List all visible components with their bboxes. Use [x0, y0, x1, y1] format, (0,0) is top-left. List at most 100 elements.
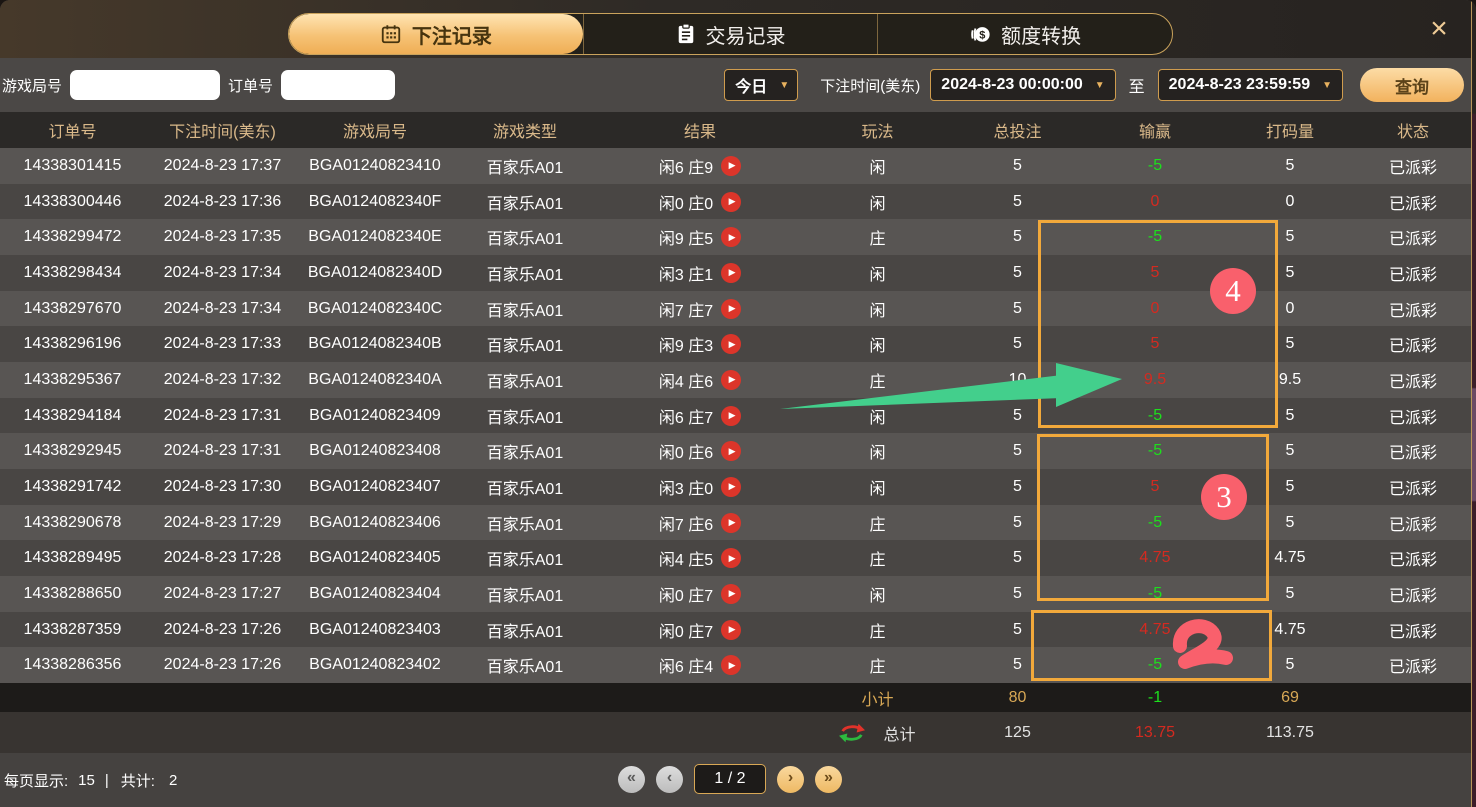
- close-icon[interactable]: ×: [1422, 12, 1456, 46]
- status-cell: 已派彩: [1388, 587, 1437, 605]
- replay-button[interactable]: ▶: [721, 405, 742, 426]
- order-id-cell: 14338297670: [23, 299, 122, 317]
- win-loss-cell: 9.5: [1143, 370, 1167, 388]
- bet-amount-cell: 5: [1013, 584, 1022, 602]
- bet-amount-cell: 5: [1013, 299, 1022, 317]
- last-page-button[interactable]: »: [815, 765, 842, 793]
- table-row: 14338287359 2024-8-23 17:26 BGA01240823403…: [0, 611, 1476, 648]
- page-indicator: 1 / 2: [694, 764, 766, 794]
- result-text: 闲4 庄5: [658, 552, 714, 570]
- play-type-cell: 闲: [869, 480, 886, 498]
- play-type-cell: 庄: [869, 552, 886, 570]
- game-type-cell: 百家乐A01: [486, 480, 564, 498]
- header-play-type: 玩法: [861, 124, 894, 141]
- search-button[interactable]: 查询: [1360, 68, 1464, 102]
- subtotal-turnover: 69: [1281, 688, 1299, 706]
- result-cell: 闲0 庄7 ▶: [600, 618, 800, 642]
- header-bet-time: 下注时间(美东): [169, 124, 276, 141]
- bet-amount-cell: 5: [1013, 620, 1022, 638]
- first-page-button[interactable]: «: [618, 765, 645, 793]
- subtotal-label: 小计: [861, 691, 894, 709]
- bet-amount-cell: 5: [1013, 156, 1022, 174]
- subtotal-winloss: -1: [1147, 688, 1163, 706]
- replay-button[interactable]: ▶: [721, 619, 742, 640]
- table-row: 14338289495 2024-8-23 17:28 BGA01240823405…: [0, 540, 1476, 577]
- bet-time-cell: 2024-8-23 17:36: [163, 192, 282, 210]
- order-id-cell: 14338299472: [23, 228, 122, 246]
- header-game-type: 游戏类型: [492, 124, 557, 141]
- tab-bet-records[interactable]: 下注记录: [289, 14, 583, 54]
- status-cell: 已派彩: [1388, 659, 1437, 677]
- replay-button[interactable]: ▶: [721, 512, 742, 533]
- replay-button[interactable]: ▶: [721, 155, 742, 176]
- bet-amount-cell: 5: [1013, 549, 1022, 567]
- replay-button[interactable]: ▶: [721, 334, 742, 355]
- order-id-cell: 14338290678: [23, 513, 122, 531]
- turnover-cell: 0: [1285, 299, 1295, 317]
- replay-button[interactable]: ▶: [721, 191, 742, 212]
- order-id-cell: 14338294184: [23, 406, 122, 424]
- total-label: 总计: [883, 726, 916, 744]
- bet-amount-cell: 5: [1013, 513, 1022, 531]
- game-type-cell: 百家乐A01: [486, 552, 564, 570]
- result-text: 闲3 庄1: [658, 266, 714, 284]
- refresh-icon[interactable]: [839, 721, 866, 745]
- replay-button[interactable]: ▶: [721, 583, 742, 604]
- round-id-cell: BGA0124082340D: [307, 263, 443, 281]
- result-text: 闲6 庄7: [658, 409, 714, 427]
- play-type-cell: 庄: [869, 373, 886, 391]
- total-row: 总计 125 13.75 113.75: [0, 712, 1476, 753]
- table-header: 订单号 下注时间(美东) 游戏局号 游戏类型 结果 玩法 总投注 输赢 打码量 …: [0, 112, 1476, 148]
- game-type-cell: 百家乐A01: [486, 195, 564, 213]
- end-time-select[interactable]: 2024-8-23 23:59:59 ▼: [1157, 69, 1343, 101]
- chevron-down-icon: ▼: [1094, 79, 1105, 91]
- replay-button[interactable]: ▶: [721, 227, 742, 248]
- footer: 每页显示: 15 | 共计: 2 « ‹ 1 / 2 › »: [0, 753, 1476, 807]
- start-time-select[interactable]: 2024-8-23 00:00:00 ▼: [930, 69, 1116, 101]
- tab-label: 下注记录: [411, 25, 492, 48]
- replay-button[interactable]: ▶: [721, 655, 742, 676]
- play-type-cell: 闲: [869, 159, 886, 177]
- turnover-cell: 5: [1285, 656, 1295, 674]
- bet-amount-cell: 5: [1013, 442, 1022, 460]
- replay-button[interactable]: ▶: [721, 262, 742, 283]
- win-loss-cell: -5: [1147, 228, 1163, 246]
- table-rows: 14338301415 2024-8-23 17:37 BGA01240823410…: [0, 148, 1476, 684]
- order-id-cell: 14338288650: [23, 584, 122, 602]
- status-cell: 已派彩: [1388, 302, 1437, 320]
- bet-time-cell: 2024-8-23 17:33: [163, 335, 282, 353]
- next-page-button[interactable]: ›: [777, 765, 804, 793]
- round-id-cell: BGA01240823407: [309, 477, 441, 495]
- tab-transaction-records[interactable]: 交易记录: [582, 14, 878, 54]
- result-cell: 闲3 庄1 ▶: [600, 261, 800, 285]
- bet-time-cell: 2024-8-23 17:29: [163, 513, 282, 531]
- replay-button[interactable]: ▶: [721, 476, 742, 497]
- game-round-input[interactable]: [70, 70, 221, 100]
- round-id-cell: BGA0124082340E: [308, 228, 442, 246]
- result-cell: 闲0 庄0 ▶: [600, 190, 800, 214]
- prev-page-button[interactable]: ‹: [656, 765, 683, 793]
- win-loss-cell: -5: [1147, 156, 1163, 174]
- win-loss-cell: 5: [1150, 477, 1160, 495]
- turnover-cell: 4.75: [1274, 549, 1306, 567]
- replay-button[interactable]: ▶: [721, 369, 742, 390]
- game-type-cell: 百家乐A01: [486, 659, 564, 677]
- win-loss-cell: 4.75: [1139, 549, 1171, 567]
- replay-button[interactable]: ▶: [721, 548, 742, 569]
- tab-label: 额度转换: [1001, 25, 1082, 48]
- subtotal-row: 小计 80 -1 69: [0, 683, 1476, 712]
- calendar-icon: [381, 25, 400, 44]
- svg-text:$: $: [979, 30, 985, 42]
- result-text: 闲6 庄4: [658, 659, 714, 677]
- order-no-input[interactable]: [281, 70, 396, 100]
- betting-records-modal: 下注记录 交易记录 $ 额度转换 × 游戏局号 订单号 今日 ▼ 下注时间(美东…: [0, 0, 1476, 807]
- bet-time-cell: 2024-8-23 17:28: [163, 549, 282, 567]
- tab-quota-conversion[interactable]: $ 额度转换: [877, 14, 1172, 54]
- round-id-cell: BGA0124082340F: [308, 192, 442, 210]
- order-id-cell: 14338301415: [23, 156, 122, 174]
- turnover-cell: 9.5: [1278, 370, 1302, 388]
- bet-amount-cell: 5: [1013, 406, 1022, 424]
- date-preset-select[interactable]: 今日 ▼: [724, 69, 799, 101]
- replay-button[interactable]: ▶: [721, 298, 742, 319]
- replay-button[interactable]: ▶: [721, 441, 742, 462]
